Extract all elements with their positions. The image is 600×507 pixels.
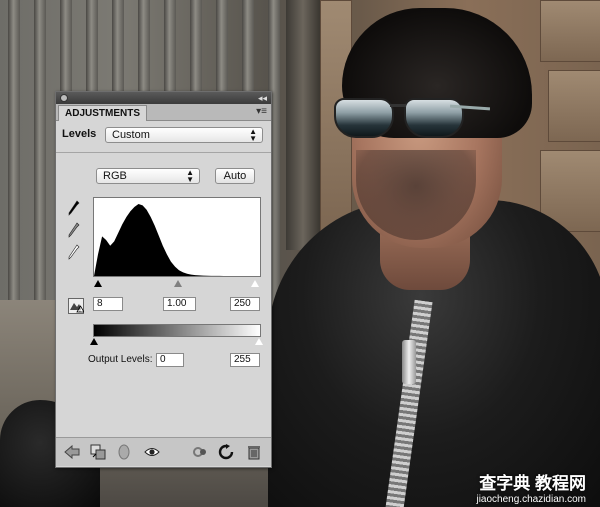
output-black-field[interactable]: 0 — [156, 353, 184, 367]
watermark-main: 查字典 教程网 — [479, 474, 586, 493]
preset-select[interactable]: Custom ▲ ▼ — [105, 127, 263, 143]
collapse-icon[interactable]: ◂◂ — [258, 92, 267, 104]
sunglasses-lens-left — [334, 98, 394, 138]
doorway-shape — [286, 0, 320, 250]
output-levels-label: Output Levels: — [88, 354, 153, 365]
column-shape — [34, 0, 46, 330]
output-black-slider[interactable] — [90, 338, 98, 345]
gray-point-eyedropper-icon[interactable] — [68, 222, 80, 238]
auto-button[interactable]: Auto — [215, 168, 255, 184]
preset-value: Custom — [112, 129, 150, 141]
select-arrows-icon: ▲ ▼ — [249, 127, 257, 143]
zipper-pull — [402, 340, 416, 384]
histogram-plot — [94, 204, 260, 276]
output-gradient-bar — [93, 324, 261, 337]
input-gamma-field[interactable]: 1.00 — [163, 297, 196, 311]
eye-icon[interactable] — [144, 444, 160, 460]
tab-adjustments[interactable]: ADJUSTMENTS — [58, 105, 148, 121]
input-white-field[interactable]: 250 — [230, 297, 260, 311]
channel-value: RGB — [103, 170, 127, 182]
column-shape — [8, 0, 20, 330]
trash-icon[interactable] — [246, 444, 262, 460]
panel-menu-icon[interactable]: ▾≡ — [256, 106, 267, 117]
input-gamma-slider[interactable] — [174, 280, 182, 287]
layer-visibility-icon[interactable] — [116, 444, 132, 460]
divider — [56, 152, 271, 153]
input-black-slider[interactable] — [94, 280, 102, 287]
watermark: 查字典 教程网 jiaocheng.chazidian.com — [476, 469, 586, 505]
histogram — [93, 197, 261, 277]
sunglasses-bridge — [390, 104, 406, 107]
channel-select[interactable]: RGB ▲ ▼ — [96, 168, 200, 184]
select-arrows-icon: ▲ ▼ — [186, 168, 194, 184]
panel-titlebar[interactable]: ◂◂ — [56, 92, 271, 104]
output-white-slider[interactable] — [255, 338, 263, 345]
output-white-field[interactable]: 255 — [230, 353, 260, 367]
input-white-slider[interactable] — [251, 280, 259, 287]
black-point-eyedropper-icon[interactable] — [68, 200, 80, 216]
clip-to-layer-icon[interactable] — [90, 444, 106, 460]
close-icon[interactable] — [60, 94, 68, 102]
watermark-sub: jiaocheng.chazidian.com — [476, 494, 586, 505]
adjustments-panel: ◂◂ ADJUSTMENTS ▾≡ Levels Custom ▲ ▼ RGB ▲… — [55, 91, 272, 468]
clipping-warning-icon[interactable]: ! — [68, 298, 84, 314]
panel-tab-row: ADJUSTMENTS ▾≡ — [56, 104, 271, 121]
white-point-eyedropper-icon[interactable] — [68, 244, 80, 260]
input-black-field[interactable]: 8 — [93, 297, 123, 311]
view-previous-icon[interactable] — [192, 444, 208, 460]
histogram-shape — [94, 204, 260, 276]
panel-bottom-toolbar — [56, 437, 271, 466]
stone-block — [548, 70, 600, 142]
reset-icon[interactable] — [218, 444, 234, 460]
stone-block — [540, 0, 600, 62]
back-arrow-icon[interactable] — [64, 444, 80, 460]
adjustment-name: Levels — [62, 128, 97, 140]
